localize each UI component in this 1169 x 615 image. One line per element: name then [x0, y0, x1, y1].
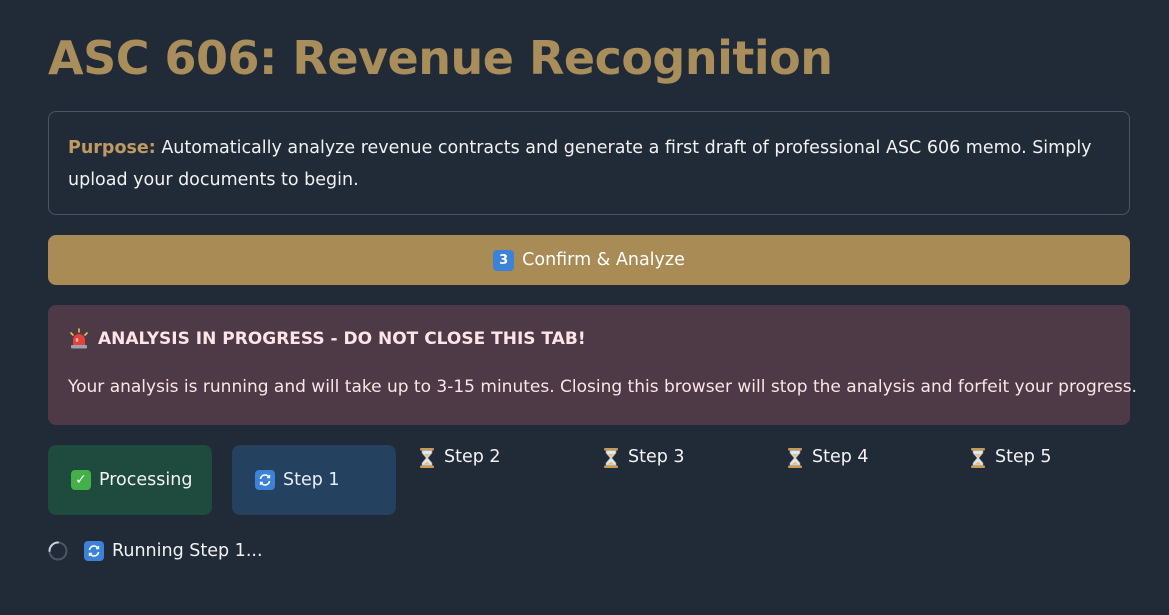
warning-text: Your analysis is running and will take u…	[68, 377, 1137, 397]
refresh-icon	[84, 541, 104, 561]
step-label: Step 2	[444, 447, 501, 467]
hourglass-icon	[788, 448, 802, 468]
loading-spinner-icon	[48, 541, 68, 561]
hourglass-icon	[420, 448, 434, 468]
analysis-warning-banner: ANALYSIS IN PROGRESS - DO NOT CLOSE THIS…	[48, 305, 1137, 425]
step-label: Step 3	[628, 447, 685, 467]
step-1: Step 1	[232, 445, 396, 515]
purpose-label: Purpose:	[68, 138, 156, 158]
purpose-box: Purpose: Automatically analyze revenue c…	[48, 111, 1130, 215]
running-status-text: Running Step 1...	[112, 541, 263, 561]
progress-steps: ✓ Processing Step 1 Step 2 Step 3 Step 4…	[48, 445, 1130, 515]
step-3: Step 3	[602, 445, 685, 479]
step-4: Step 4	[786, 445, 869, 479]
purpose-text: Automatically analyze revenue contracts …	[68, 138, 1092, 190]
step-label: Step 5	[995, 447, 1052, 467]
hourglass-icon	[604, 448, 618, 468]
siren-icon	[70, 328, 88, 349]
running-status: Running Step 1...	[48, 539, 263, 563]
step-processing: ✓ Processing	[48, 445, 212, 515]
step-label: Step 1	[283, 470, 340, 490]
step-label: Step 4	[812, 447, 869, 467]
check-icon: ✓	[71, 470, 91, 490]
hourglass-icon	[971, 448, 985, 468]
step-5: Step 5	[969, 445, 1052, 479]
warning-title: ANALYSIS IN PROGRESS - DO NOT CLOSE THIS…	[98, 329, 586, 349]
confirm-analyze-button[interactable]: 3 Confirm & Analyze	[48, 235, 1130, 285]
page-title: ASC 606: Revenue Recognition	[48, 31, 833, 85]
step-label: Processing	[99, 470, 193, 490]
keycap-3-icon: 3	[493, 249, 515, 271]
page: ASC 606: Revenue Recognition Purpose: Au…	[0, 0, 1169, 615]
refresh-icon	[255, 470, 275, 490]
step-2: Step 2	[418, 445, 501, 479]
warning-title-row: ANALYSIS IN PROGRESS - DO NOT CLOSE THIS…	[68, 325, 1110, 353]
confirm-analyze-label: Confirm & Analyze	[522, 250, 685, 270]
